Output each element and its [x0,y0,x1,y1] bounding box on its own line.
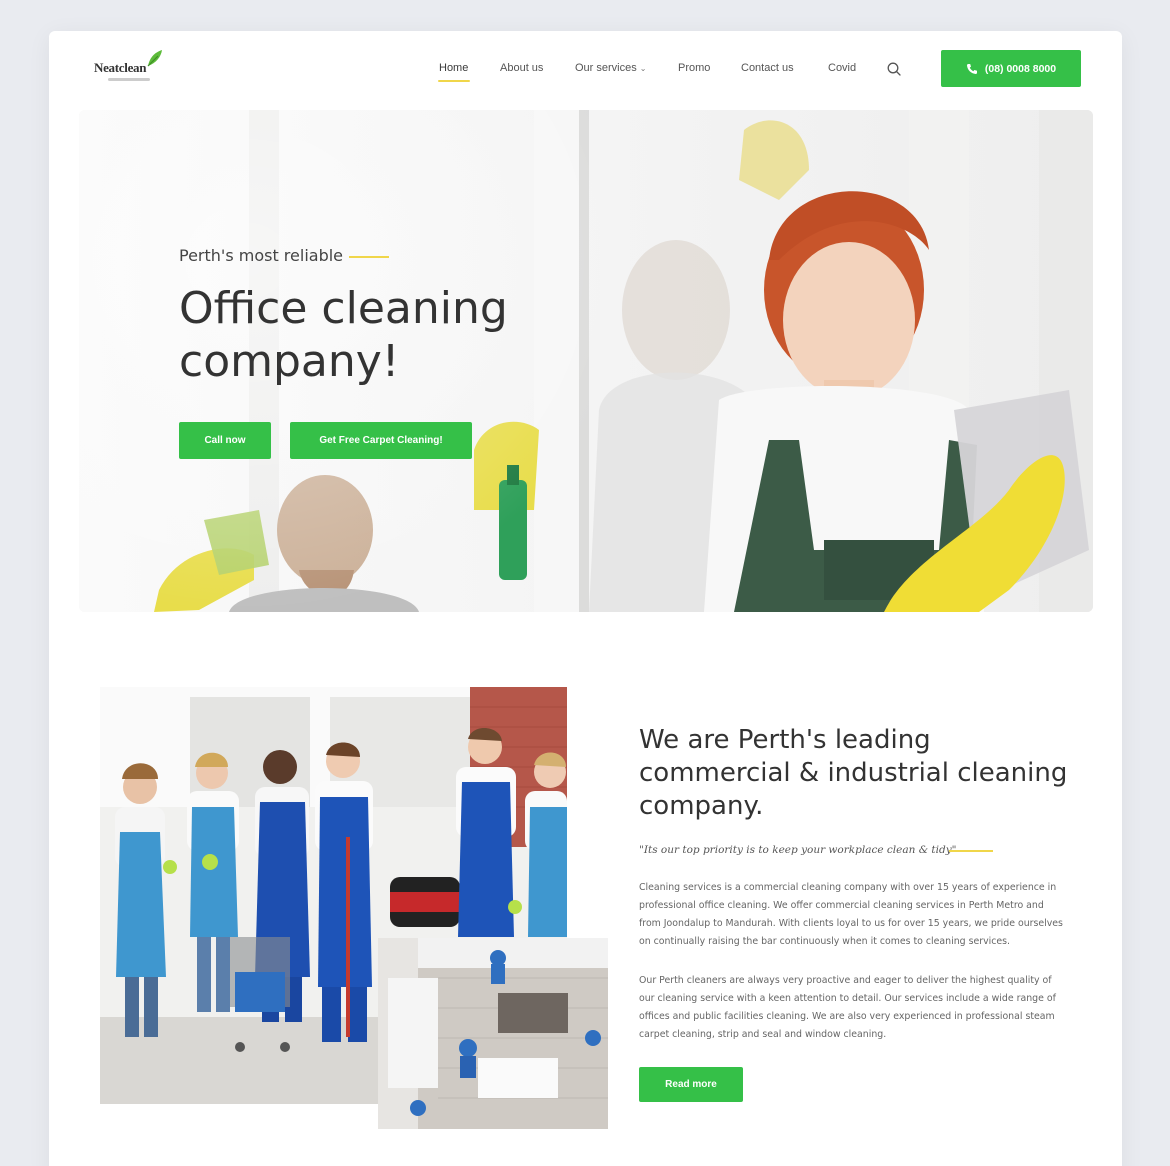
logo-tagline-bar [108,78,150,81]
hero-eyebrow: Perth's most reliable [179,246,344,265]
quote-accent-line [949,850,993,852]
read-more-button[interactable]: Read more [639,1067,743,1102]
nav-active-indicator [438,80,470,82]
search-icon[interactable] [886,61,902,77]
site-logo[interactable]: Neatclean [94,50,174,87]
hero-section: Perth's most reliable Office cleaning co… [79,110,1093,612]
logo-wordmark: Neatclean [94,60,147,75]
about-paragraph-1: Cleaning services is a commercial cleani… [639,882,1063,947]
about-paragraph-2: Our Perth cleaners are always very proac… [639,975,1056,1040]
phone-icon [966,63,977,74]
nav-home[interactable]: Home [439,62,468,74]
about-title: We are Perth's leading commercial & indu… [639,725,1068,821]
website-page: Neatclean Home About us Our services ⌄ Pr… [49,31,1122,1166]
office-cleaning-photo [378,938,608,1129]
nav-our-services-label: Our services [575,62,637,74]
phone-number: (08) 0008 8000 [984,62,1057,75]
call-now-button[interactable]: Call now [179,422,271,459]
chevron-down-icon: ⌄ [639,64,647,73]
nav-covid[interactable]: Covid [828,62,856,74]
site-header: Neatclean Home About us Our services ⌄ Pr… [49,31,1122,109]
free-carpet-cleaning-button[interactable]: Get Free Carpet Cleaning! [290,422,472,459]
phone-button[interactable]: (08) 0008 8000 [941,50,1081,87]
hero-title: Office cleaning company! [179,283,508,387]
leaf-icon [147,50,162,67]
eyebrow-accent-line [349,256,389,258]
nav-our-services[interactable]: Our services ⌄ [575,62,646,74]
nav-contact-us[interactable]: Contact us [741,62,794,74]
nav-about-us[interactable]: About us [500,62,543,74]
nav-promo[interactable]: Promo [678,62,710,74]
about-quote: "Its our top priority is to keep your wo… [639,844,957,856]
